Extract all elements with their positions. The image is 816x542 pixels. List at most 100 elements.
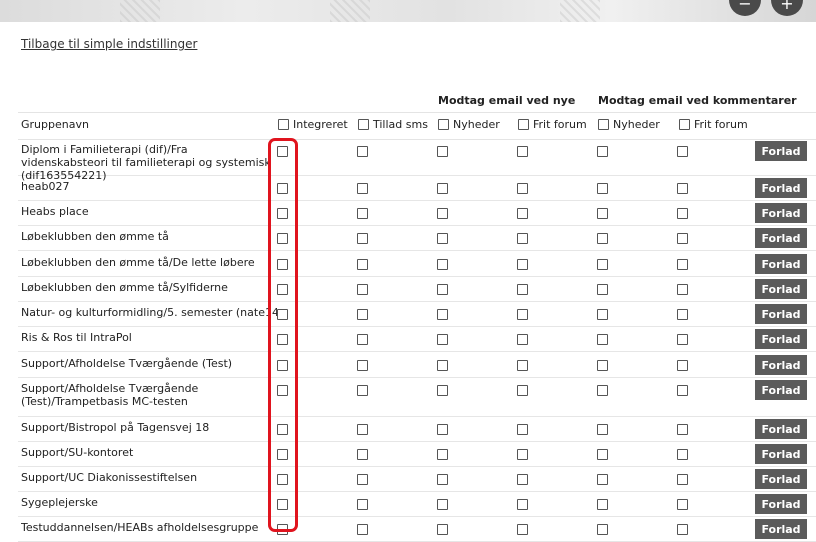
select-all-nyheder-new-checkbox[interactable]: [438, 119, 449, 130]
settings-add-icon[interactable]: +: [771, 0, 803, 16]
frit-forum-new-checkbox[interactable]: [517, 449, 528, 460]
leave-group-button[interactable]: Forlad: [755, 178, 807, 198]
nyheder-new-checkbox[interactable]: [437, 424, 448, 435]
select-all-frit-forum-comments-checkbox[interactable]: [679, 119, 690, 130]
integreret-checkbox[interactable]: [277, 424, 288, 435]
sms-checkbox[interactable]: [357, 233, 368, 244]
nyheder-new-checkbox[interactable]: [437, 499, 448, 510]
integreret-checkbox[interactable]: [277, 474, 288, 485]
nyheder-comments-checkbox[interactable]: [597, 309, 608, 320]
sms-checkbox[interactable]: [357, 284, 368, 295]
frit-forum-new-checkbox[interactable]: [517, 183, 528, 194]
nyheder-new-checkbox[interactable]: [437, 334, 448, 345]
sms-checkbox[interactable]: [357, 334, 368, 345]
nyheder-new-checkbox[interactable]: [437, 284, 448, 295]
integreret-checkbox[interactable]: [277, 183, 288, 194]
select-all-frit-forum-new-checkbox[interactable]: [518, 119, 529, 130]
integreret-checkbox[interactable]: [277, 360, 288, 371]
nyheder-new-checkbox[interactable]: [437, 183, 448, 194]
frit-forum-comments-checkbox[interactable]: [677, 499, 688, 510]
sms-checkbox[interactable]: [357, 474, 368, 485]
frit-forum-comments-checkbox[interactable]: [677, 524, 688, 535]
nyheder-comments-checkbox[interactable]: [597, 334, 608, 345]
frit-forum-new-checkbox[interactable]: [517, 334, 528, 345]
integreret-checkbox[interactable]: [277, 449, 288, 460]
frit-forum-new-checkbox[interactable]: [517, 499, 528, 510]
sms-checkbox[interactable]: [357, 385, 368, 396]
sms-checkbox[interactable]: [357, 309, 368, 320]
nyheder-new-checkbox[interactable]: [437, 524, 448, 535]
sms-checkbox[interactable]: [357, 183, 368, 194]
integreret-checkbox[interactable]: [277, 208, 288, 219]
leave-group-button[interactable]: Forlad: [755, 203, 807, 223]
nyheder-new-checkbox[interactable]: [437, 360, 448, 371]
minus-icon[interactable]: −: [729, 0, 761, 16]
integreret-checkbox[interactable]: [277, 499, 288, 510]
nyheder-new-checkbox[interactable]: [437, 449, 448, 460]
frit-forum-comments-checkbox[interactable]: [677, 449, 688, 460]
nyheder-comments-checkbox[interactable]: [597, 360, 608, 371]
back-to-simple-settings-link[interactable]: Tilbage til simple indstillinger: [21, 37, 197, 51]
sms-checkbox[interactable]: [357, 524, 368, 535]
nyheder-new-checkbox[interactable]: [437, 474, 448, 485]
nyheder-comments-checkbox[interactable]: [597, 385, 608, 396]
frit-forum-new-checkbox[interactable]: [517, 259, 528, 270]
integreret-checkbox[interactable]: [277, 524, 288, 535]
frit-forum-new-checkbox[interactable]: [517, 284, 528, 295]
integreret-checkbox[interactable]: [277, 284, 288, 295]
nyheder-new-checkbox[interactable]: [437, 259, 448, 270]
select-all-integreret-checkbox[interactable]: [278, 119, 289, 130]
select-all-nyheder-comments-checkbox[interactable]: [598, 119, 609, 130]
nyheder-new-checkbox[interactable]: [437, 208, 448, 219]
leave-group-button[interactable]: Forlad: [755, 444, 807, 464]
sms-checkbox[interactable]: [357, 449, 368, 460]
frit-forum-new-checkbox[interactable]: [517, 524, 528, 535]
frit-forum-new-checkbox[interactable]: [517, 360, 528, 371]
nyheder-comments-checkbox[interactable]: [597, 474, 608, 485]
nyheder-new-checkbox[interactable]: [437, 309, 448, 320]
frit-forum-comments-checkbox[interactable]: [677, 183, 688, 194]
leave-group-button[interactable]: Forlad: [755, 279, 807, 299]
leave-group-button[interactable]: Forlad: [755, 304, 807, 324]
integreret-checkbox[interactable]: [277, 146, 288, 157]
nyheder-new-checkbox[interactable]: [437, 385, 448, 396]
sms-checkbox[interactable]: [357, 146, 368, 157]
frit-forum-comments-checkbox[interactable]: [677, 424, 688, 435]
nyheder-new-checkbox[interactable]: [437, 146, 448, 157]
leave-group-button[interactable]: Forlad: [755, 519, 807, 539]
frit-forum-comments-checkbox[interactable]: [677, 385, 688, 396]
frit-forum-comments-checkbox[interactable]: [677, 146, 688, 157]
nyheder-comments-checkbox[interactable]: [597, 284, 608, 295]
nyheder-comments-checkbox[interactable]: [597, 146, 608, 157]
leave-group-button[interactable]: Forlad: [755, 469, 807, 489]
frit-forum-new-checkbox[interactable]: [517, 233, 528, 244]
sms-checkbox[interactable]: [357, 360, 368, 371]
nyheder-comments-checkbox[interactable]: [597, 183, 608, 194]
leave-group-button[interactable]: Forlad: [755, 419, 807, 439]
frit-forum-new-checkbox[interactable]: [517, 424, 528, 435]
integreret-checkbox[interactable]: [277, 259, 288, 270]
nyheder-comments-checkbox[interactable]: [597, 424, 608, 435]
integreret-checkbox[interactable]: [277, 385, 288, 396]
leave-group-button[interactable]: Forlad: [755, 380, 807, 400]
sms-checkbox[interactable]: [357, 208, 368, 219]
nyheder-new-checkbox[interactable]: [437, 233, 448, 244]
frit-forum-comments-checkbox[interactable]: [677, 259, 688, 270]
leave-group-button[interactable]: Forlad: [755, 141, 807, 161]
nyheder-comments-checkbox[interactable]: [597, 208, 608, 219]
integreret-checkbox[interactable]: [277, 233, 288, 244]
select-all-sms-checkbox[interactable]: [358, 119, 369, 130]
nyheder-comments-checkbox[interactable]: [597, 449, 608, 460]
integreret-checkbox[interactable]: [277, 334, 288, 345]
frit-forum-new-checkbox[interactable]: [517, 309, 528, 320]
frit-forum-new-checkbox[interactable]: [517, 474, 528, 485]
leave-group-button[interactable]: Forlad: [755, 494, 807, 514]
leave-group-button[interactable]: Forlad: [755, 355, 807, 375]
integreret-checkbox[interactable]: [277, 309, 288, 320]
frit-forum-comments-checkbox[interactable]: [677, 284, 688, 295]
sms-checkbox[interactable]: [357, 499, 368, 510]
leave-group-button[interactable]: Forlad: [755, 228, 807, 248]
sms-checkbox[interactable]: [357, 424, 368, 435]
nyheder-comments-checkbox[interactable]: [597, 233, 608, 244]
frit-forum-comments-checkbox[interactable]: [677, 334, 688, 345]
